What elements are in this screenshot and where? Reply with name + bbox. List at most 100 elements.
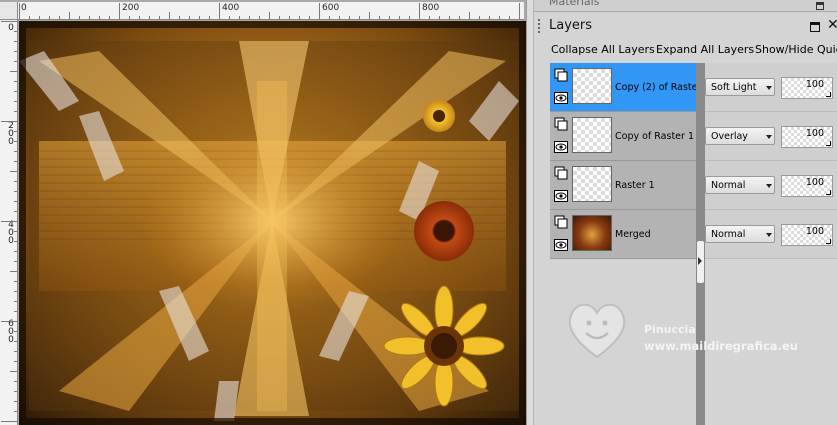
- ruler-tick: [14, 141, 17, 142]
- maximize-icon[interactable]: [810, 22, 820, 32]
- ruler-top[interactable]: 0 200 400 600 800: [18, 2, 524, 20]
- ruler-tick: [179, 16, 180, 19]
- blend-mode-dropdown[interactable]: Normal: [705, 176, 775, 194]
- ruler-tick: [14, 61, 17, 62]
- ruler-tick: [479, 16, 480, 19]
- maximize-icon[interactable]: [816, 2, 824, 10]
- layer-thumbnail[interactable]: [572, 68, 612, 104]
- visibility-eye-icon[interactable]: [554, 141, 568, 153]
- ruler-top-label: 400: [222, 3, 240, 13]
- blend-mode-dropdown[interactable]: Soft Light: [705, 78, 775, 96]
- ruler-tick: [10, 171, 17, 172]
- ruler-tick: [309, 16, 310, 19]
- ruler-tick: [489, 16, 490, 19]
- resize-corner-icon: [826, 190, 831, 195]
- ruler-tick: [99, 16, 100, 19]
- blend-mode-dropdown[interactable]: Normal: [705, 225, 775, 243]
- materials-title: Materials: [549, 0, 600, 8]
- layer-name[interactable]: Raster 1: [615, 180, 655, 191]
- ruler-tick: [29, 16, 30, 19]
- ruler-tick: [279, 16, 280, 19]
- layer-info[interactable]: Raster 1: [550, 161, 696, 210]
- app-window: 0 200 400 600 800 0 200 400 600 Material…: [0, 0, 837, 425]
- ruler-tick: [10, 271, 17, 272]
- center-column: [257, 81, 287, 411]
- opacity-field[interactable]: 100: [781, 224, 833, 246]
- layer-row[interactable]: Merged Normal 100: [550, 210, 837, 259]
- ruler-tick: [339, 16, 340, 19]
- ruler-tick: [14, 391, 17, 392]
- ruler-tick: [14, 51, 17, 52]
- ruler-tick: [14, 351, 17, 352]
- ruler-top-label: 200: [122, 3, 140, 13]
- layer-info[interactable]: Merged: [550, 210, 696, 259]
- materials-palette-header[interactable]: Materials: [534, 0, 837, 12]
- visibility-eye-icon[interactable]: [554, 190, 568, 202]
- ruler-tick: [289, 16, 290, 19]
- ruler-tick: [219, 3, 220, 19]
- ruler-tick: [14, 261, 17, 262]
- layer-properties: Normal 100: [696, 210, 837, 259]
- visibility-eye-icon[interactable]: [554, 92, 568, 104]
- ruler-tick: [14, 281, 17, 282]
- artwork: [19, 21, 526, 425]
- ruler-tick: [14, 201, 17, 202]
- layer-thumbnail[interactable]: [572, 166, 612, 202]
- sunflower-small: [423, 100, 455, 132]
- layer-info[interactable]: Copy (2) of Raster 1: [550, 63, 710, 112]
- chevron-down-icon: [766, 184, 772, 188]
- image-canvas[interactable]: [19, 21, 526, 425]
- opacity-value: 100: [805, 177, 824, 188]
- visibility-eye-icon[interactable]: [554, 239, 568, 251]
- ruler-tick: [69, 12, 70, 19]
- collapse-all-layers-button[interactable]: Collapse All Layers: [551, 43, 655, 56]
- watermark-url: www.maildiregrafica.eu: [644, 339, 798, 353]
- opacity-field[interactable]: 100: [781, 77, 833, 99]
- raster-layer-icon[interactable]: [554, 117, 568, 131]
- layer-name[interactable]: Copy of Raster 1: [615, 131, 694, 142]
- ruler-left-label: 200: [8, 121, 14, 147]
- watermark-name: Pinuccia: [644, 323, 696, 336]
- expand-arrow-icon[interactable]: [698, 257, 702, 265]
- opacity-field[interactable]: 100: [781, 126, 833, 148]
- layer-row[interactable]: Copy (2) of Raster 1 Soft Light 100: [550, 63, 837, 112]
- grip-icon[interactable]: [538, 19, 543, 33]
- expand-all-layers-button[interactable]: Expand All Layers: [656, 43, 754, 56]
- opacity-field[interactable]: 100: [781, 175, 833, 197]
- layer-row[interactable]: Copy of Raster 1 Overlay 100: [550, 112, 837, 161]
- raster-layer-icon[interactable]: [554, 68, 568, 82]
- ruler-tick: [429, 16, 430, 19]
- ruler-tick: [259, 16, 260, 19]
- ruler-tick: [449, 16, 450, 19]
- blend-mode-dropdown[interactable]: Overlay: [705, 127, 775, 145]
- ruler-tick: [159, 16, 160, 19]
- ruler-tick: [109, 16, 110, 19]
- layers-toolbar: Collapse All Layers Expand All Layers Sh…: [534, 40, 837, 60]
- ruler-tick: [10, 371, 17, 372]
- ruler-tick: [14, 401, 17, 402]
- ruler-tick: [409, 16, 410, 19]
- layer-thumbnail[interactable]: [572, 215, 612, 251]
- layers-title: Layers: [549, 18, 593, 33]
- show-hide-quick-button[interactable]: Show/Hide Quick: [755, 43, 837, 56]
- layer-name[interactable]: Merged: [615, 229, 651, 240]
- layer-info[interactable]: Copy of Raster 1: [550, 112, 696, 161]
- ruler-tick: [379, 16, 380, 19]
- ruler-left[interactable]: 0 200 400 600: [0, 20, 18, 425]
- ruler-tick: [14, 341, 17, 342]
- layers-panel: Materials Layers ✕ Collapse All Layers E…: [534, 0, 837, 425]
- layer-thumbnail[interactable]: [572, 117, 612, 153]
- ruler-tick: [419, 3, 420, 19]
- blend-mode-value: Soft Light: [711, 82, 757, 93]
- panel-splitter[interactable]: [526, 0, 534, 425]
- chevron-down-icon: [766, 135, 772, 139]
- layer-row[interactable]: Raster 1 Normal 100: [550, 161, 837, 210]
- chevron-down-icon: [766, 233, 772, 237]
- ruler-tick: [1, 221, 17, 222]
- raster-layer-icon[interactable]: [554, 215, 568, 229]
- layer-properties: Soft Light 100: [696, 63, 837, 112]
- raster-layer-icon[interactable]: [554, 166, 568, 180]
- ruler-tick: [199, 16, 200, 19]
- layers-list: Copy (2) of Raster 1 Soft Light 100 Copy…: [550, 63, 837, 260]
- close-icon[interactable]: ✕: [827, 17, 837, 33]
